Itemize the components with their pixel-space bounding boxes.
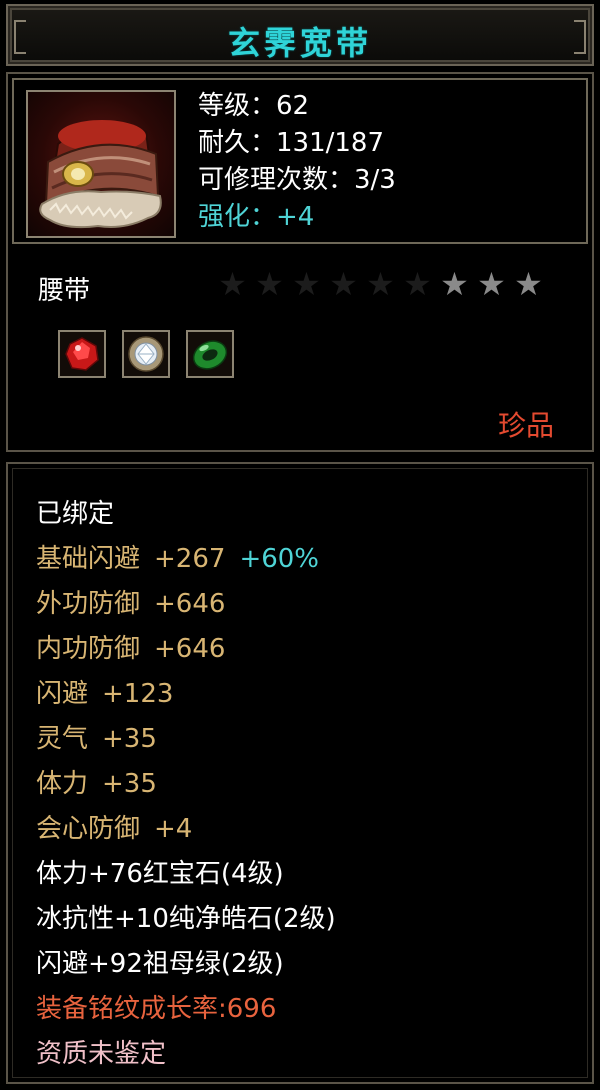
attr-label: 基础闪避	[36, 544, 141, 574]
attr-value: +646	[154, 634, 226, 664]
attr-inner-defense: 内功防御 +646	[36, 627, 336, 672]
attr-value: +646	[154, 589, 226, 619]
star-icon: ★	[255, 265, 284, 303]
star-icon: ★	[218, 265, 247, 303]
item-stats: 等级：62 耐久：131/187 可修理次数：3/3 强化：+4	[198, 88, 396, 236]
attr-label: 内功防御	[36, 634, 141, 664]
star-icon: ★	[329, 265, 358, 303]
star-icon: ★	[403, 265, 432, 303]
attr-outer-defense: 外功防御 +646	[36, 582, 336, 627]
attribute-list: 已绑定 基础闪避 +267 +60% 外功防御 +646 内功防御 +646 闪避 +12…	[36, 492, 336, 1077]
gem-bonus-ruby: 体力+76红宝石(4级)	[36, 859, 284, 889]
title-bar: 玄霁宽带	[6, 4, 594, 66]
header-frame: 等级：62 耐久：131/187 可修理次数：3/3 强化：+4	[12, 78, 588, 244]
attr-label: 外功防御	[36, 589, 141, 619]
attr-crit-defense: 会心防御 +4	[36, 807, 336, 852]
enhance-text: 强化：+4	[198, 202, 315, 232]
item-type-label: 腰带	[38, 276, 91, 306]
attr-value: +267	[154, 544, 226, 574]
attr-stamina: 体力 +35	[36, 762, 336, 807]
diamond-gem-icon[interactable]	[122, 330, 170, 378]
attr-label: 会心防御	[36, 814, 141, 844]
item-name: 玄霁宽带	[227, 24, 372, 62]
bound-status: 已绑定	[36, 499, 115, 529]
attr-value: +4	[154, 814, 193, 844]
attr-value: +123	[102, 679, 174, 709]
star-icon: ★	[440, 265, 469, 303]
item-header-panel: 等级：62 耐久：131/187 可修理次数：3/3 强化：+4 腰带 ★ ★ …	[6, 72, 594, 452]
growth-rate-text: 装备铭纹成长率:696	[36, 994, 277, 1024]
attr-label: 体力	[36, 769, 89, 799]
star-icon: ★	[292, 265, 321, 303]
star-icon: ★	[477, 265, 506, 303]
star-rating: ★ ★ ★ ★ ★ ★ ★ ★ ★	[214, 267, 547, 301]
jade-gem-icon[interactable]	[186, 330, 234, 378]
item-tooltip: 玄霁宽带 等级：62 耐久：131/187 可修理次数：3/3 强化：+4 腰带…	[0, 0, 600, 1090]
repair-count-text: 可修理次数：3/3	[198, 165, 396, 195]
attr-value: +35	[102, 769, 157, 799]
fur-belt-icon[interactable]	[26, 90, 176, 238]
star-icon: ★	[366, 265, 395, 303]
level-text: 等级：62	[198, 91, 310, 121]
gem-bonus-diamond: 冰抗性+10纯净皓石(2级)	[36, 904, 336, 934]
durability-text: 耐久：131/187	[198, 128, 385, 158]
attr-value: +35	[102, 724, 157, 754]
attr-spirit: 灵气 +35	[36, 717, 336, 762]
gem-bonus-emerald: 闪避+92祖母绿(2级)	[36, 949, 284, 979]
attr-base-dodge: 基础闪避 +267 +60%	[36, 537, 336, 582]
quality-status: 资质未鉴定	[36, 1039, 167, 1069]
attributes-panel: 已绑定 基础闪避 +267 +60% 外功防御 +646 内功防御 +646 闪避 +12…	[6, 462, 594, 1084]
attr-label: 灵气	[36, 724, 89, 754]
attr-bonus: +60%	[239, 544, 320, 574]
rarity-label: 珍品	[497, 409, 554, 442]
attr-label: 闪避	[36, 679, 89, 709]
ruby-gem-icon[interactable]	[58, 330, 106, 378]
attr-dodge: 闪避 +123	[36, 672, 336, 717]
star-icon: ★	[514, 265, 543, 303]
